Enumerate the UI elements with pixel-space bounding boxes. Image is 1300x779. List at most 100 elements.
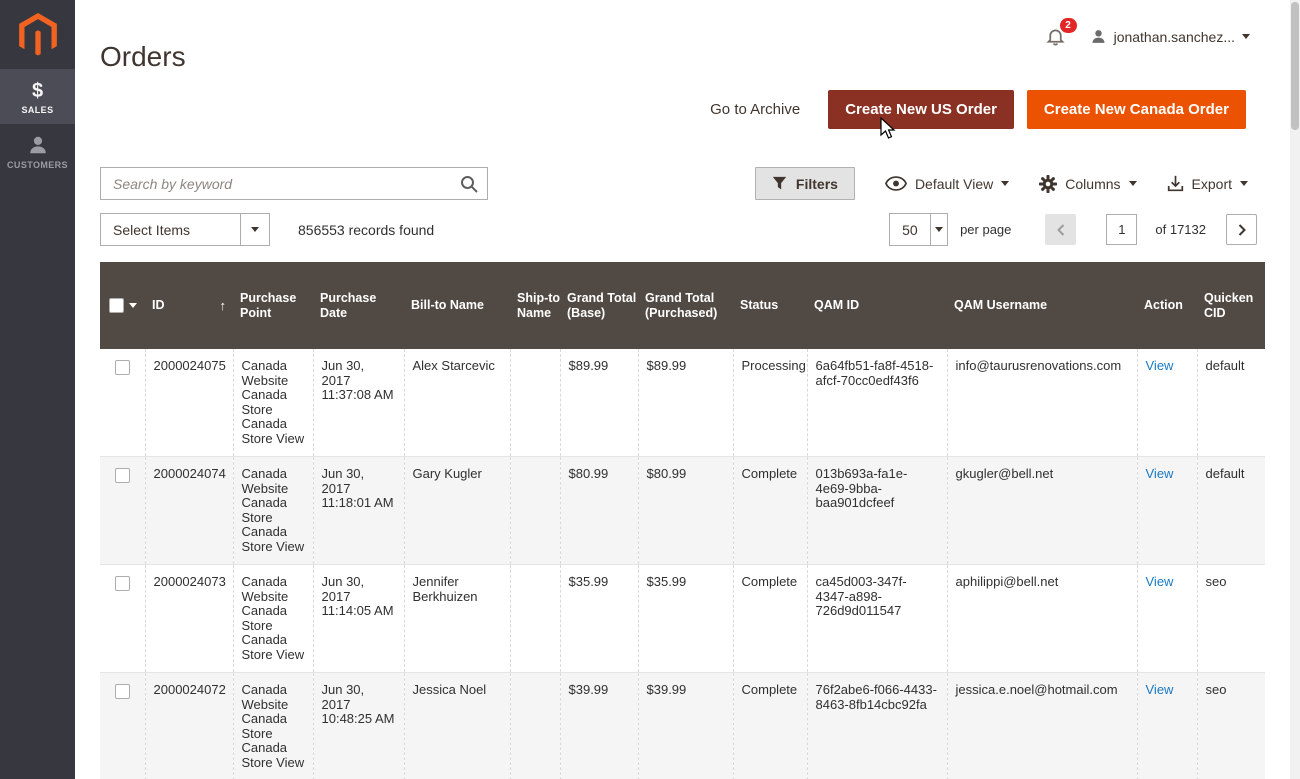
filter-funnel-icon — [772, 176, 787, 191]
column-header-purchase-point[interactable]: Purchase Point — [233, 262, 313, 349]
view-link[interactable]: View — [1146, 466, 1174, 481]
search-input[interactable] — [100, 167, 488, 200]
column-header-ship-to[interactable]: Ship-to Name — [510, 262, 560, 349]
row-checkbox[interactable] — [115, 684, 130, 699]
cell-status: Complete — [733, 457, 807, 565]
cell-qam-username: aphilippi@bell.net — [947, 565, 1137, 673]
table-row[interactable]: 2000024074 Canada Website Canada Store C… — [100, 457, 1265, 565]
sidebar-item-sales[interactable]: $ SALES — [0, 69, 75, 124]
cell-quicken-cid: seo — [1197, 673, 1265, 779]
cell-purchase-date: Jun 30, 2017 11:18:01 AM — [313, 457, 404, 565]
view-dropdown[interactable]: Default View — [885, 176, 1009, 192]
notifications-button[interactable]: 2 — [1045, 26, 1066, 47]
cell-ship-to — [510, 565, 560, 673]
user-menu[interactable]: jonathan.sanchez... — [1090, 28, 1250, 45]
page-title: Orders — [100, 41, 186, 73]
table-row[interactable]: 2000024075 Canada Website Canada Store C… — [100, 349, 1265, 457]
cell-ship-to — [510, 673, 560, 779]
column-header-status[interactable]: Status — [733, 262, 807, 349]
column-header-purchase-date[interactable]: Purchase Date — [313, 262, 404, 349]
cell-grand-total-base: $89.99 — [560, 349, 638, 457]
column-header-quicken-cid[interactable]: Quicken CID — [1197, 262, 1265, 349]
view-link[interactable]: View — [1146, 358, 1174, 373]
select-items-label: Select Items — [101, 214, 240, 245]
export-caret-icon — [1240, 181, 1248, 186]
cell-quicken-cid: seo — [1197, 565, 1265, 673]
column-header-action[interactable]: Action — [1137, 262, 1197, 349]
select-options-caret-icon[interactable] — [129, 303, 137, 308]
cell-bill-to: Jessica Noel — [404, 673, 510, 779]
cell-quicken-cid: default — [1197, 349, 1265, 457]
grid-controls: Select Items 856553 records found 50 per… — [100, 213, 1257, 246]
table-row[interactable]: 2000024073 Canada Website Canada Store C… — [100, 565, 1265, 673]
column-header-qam-id[interactable]: QAM ID — [807, 262, 947, 349]
prev-page-button[interactable] — [1045, 214, 1076, 245]
view-link[interactable]: View — [1146, 682, 1174, 697]
magento-logo[interactable] — [0, 0, 75, 69]
search-icon[interactable] — [459, 174, 479, 199]
row-checkbox[interactable] — [115, 576, 130, 591]
cell-bill-to: Jennifer Berkhuizen — [404, 565, 510, 673]
username: jonathan.sanchez... — [1114, 29, 1235, 45]
pagination: 50 per page of 17132 — [889, 213, 1257, 246]
cell-select — [100, 349, 145, 457]
go-to-archive-link[interactable]: Go to Archive — [710, 101, 800, 118]
page-input[interactable] — [1106, 214, 1137, 245]
gear-icon — [1039, 175, 1057, 193]
records-count: 856553 records found — [298, 222, 434, 238]
column-header-qam-username[interactable]: QAM Username — [947, 262, 1137, 349]
view-link[interactable]: View — [1146, 574, 1174, 589]
cell-ship-to — [510, 457, 560, 565]
export-icon — [1167, 175, 1184, 192]
sidebar: $ SALES CUSTOMERS — [0, 0, 75, 779]
filters-button[interactable]: Filters — [755, 167, 855, 200]
cell-grand-total-purchased: $39.99 — [638, 673, 733, 779]
sidebar-item-label: CUSTOMERS — [2, 160, 73, 170]
grid-toolbar: Filters Default View — [100, 167, 1248, 200]
cell-grand-total-base: $39.99 — [560, 673, 638, 779]
create-us-order-button[interactable]: Create New US Order — [828, 90, 1014, 129]
cell-qam-username: jessica.e.noel@hotmail.com — [947, 673, 1137, 779]
select-all-header[interactable] — [100, 262, 145, 349]
table-row[interactable]: 2000024072 Canada Website Canada Store C… — [100, 673, 1265, 779]
per-page-dropdown[interactable]: 50 — [889, 213, 948, 246]
next-page-button[interactable] — [1226, 214, 1257, 245]
cell-purchase-point: Canada Website Canada Store Canada Store… — [233, 673, 313, 779]
cell-grand-total-purchased: $35.99 — [638, 565, 733, 673]
column-header-bill-to[interactable]: Bill-to Name — [404, 262, 510, 349]
per-page-value: 50 — [890, 214, 930, 245]
export-dropdown[interactable]: Export — [1167, 175, 1248, 192]
cell-ship-to — [510, 349, 560, 457]
scrollbar[interactable] — [1290, 0, 1300, 779]
sort-asc-icon: ↑ — [220, 298, 227, 313]
cell-qam-id: 013b693a-fa1e-4e69-9bba-baa901dcfeef — [807, 457, 947, 565]
column-header-grand-total-base[interactable]: Grand Total (Base) — [560, 262, 638, 349]
cell-purchase-point: Canada Website Canada Store Canada Store… — [233, 457, 313, 565]
columns-caret-icon — [1129, 181, 1137, 186]
row-checkbox[interactable] — [115, 468, 130, 483]
cell-action: View — [1137, 349, 1197, 457]
cell-qam-username: gkugler@bell.net — [947, 457, 1137, 565]
eye-icon — [885, 176, 907, 191]
cell-bill-to: Gary Kugler — [404, 457, 510, 565]
select-items-caret — [240, 214, 269, 245]
row-checkbox[interactable] — [115, 360, 130, 375]
export-label: Export — [1192, 176, 1232, 192]
select-items-dropdown[interactable]: Select Items — [100, 213, 270, 246]
chevron-right-icon — [1237, 224, 1247, 236]
select-all-checkbox[interactable] — [109, 298, 124, 313]
create-canada-order-button[interactable]: Create New Canada Order — [1027, 90, 1246, 129]
column-header-id[interactable]: ID↑ — [145, 262, 233, 349]
magento-logo-icon — [19, 13, 57, 57]
columns-dropdown[interactable]: Columns — [1039, 175, 1136, 193]
sidebar-item-customers[interactable]: CUSTOMERS — [0, 124, 75, 179]
cell-select — [100, 673, 145, 779]
orders-grid: ID↑ Purchase Point Purchase Date Bill-to… — [100, 262, 1265, 779]
cell-grand-total-base: $80.99 — [560, 457, 638, 565]
cell-id: 2000024075 — [145, 349, 233, 457]
cell-select — [100, 565, 145, 673]
scrollbar-thumb[interactable] — [1291, 2, 1299, 130]
column-header-grand-total-purchased[interactable]: Grand Total (Purchased) — [638, 262, 733, 349]
cell-purchase-date: Jun 30, 2017 11:37:08 AM — [313, 349, 404, 457]
cell-grand-total-purchased: $89.99 — [638, 349, 733, 457]
